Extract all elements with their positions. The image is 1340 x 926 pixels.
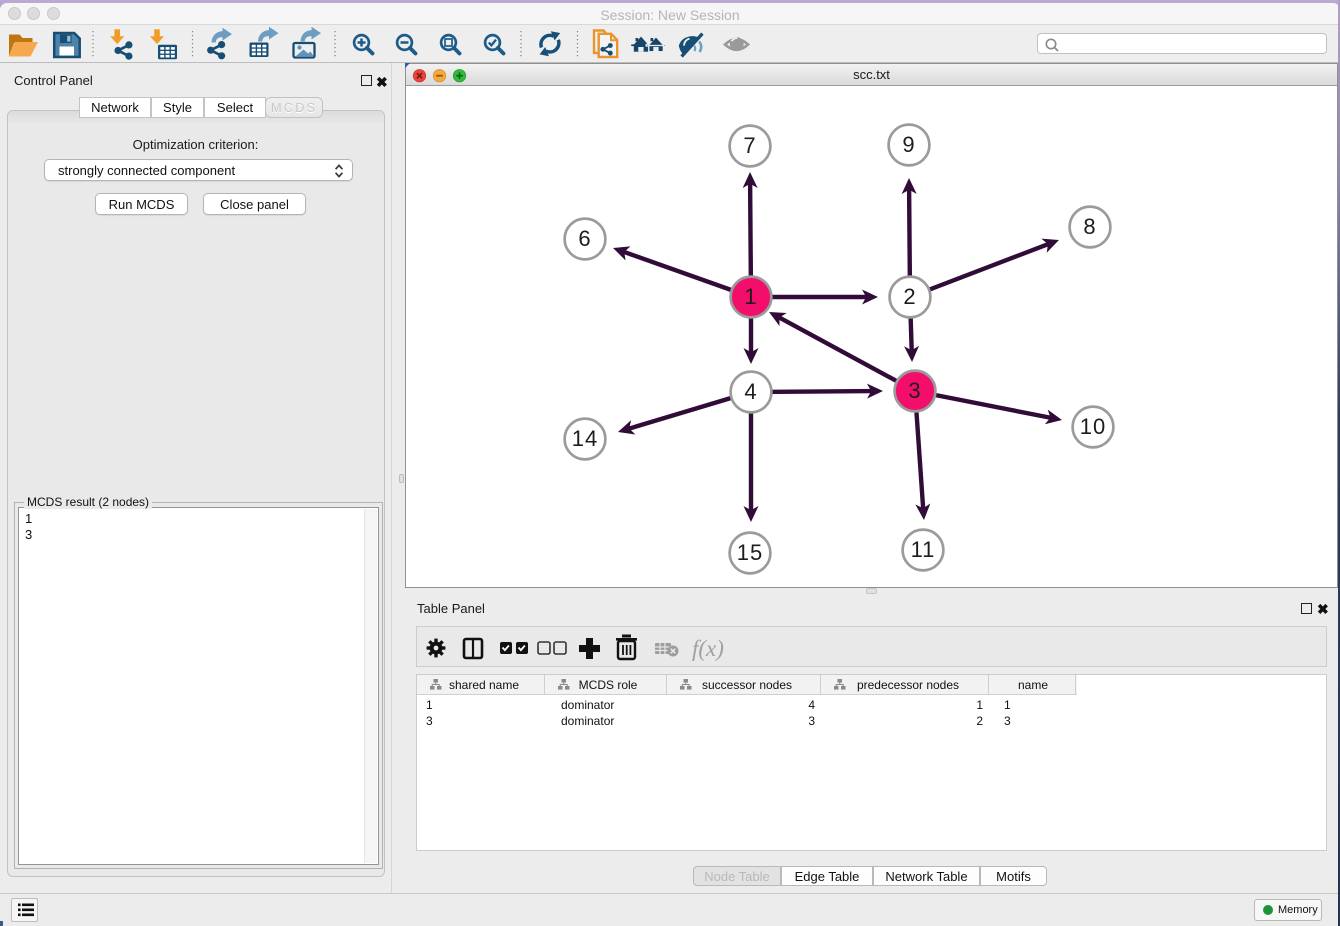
- svg-text:2: 2: [903, 284, 916, 309]
- svg-text:4: 4: [744, 379, 757, 404]
- svg-text:name: name: [1018, 678, 1048, 692]
- svg-text:7: 7: [743, 133, 756, 158]
- svg-text:f(x): f(x): [692, 636, 724, 661]
- svg-text:14: 14: [572, 426, 598, 451]
- svg-text:3: 3: [908, 378, 921, 403]
- svg-text:1: 1: [744, 284, 757, 309]
- svg-text:9: 9: [902, 132, 915, 157]
- svg-text:6: 6: [578, 226, 591, 251]
- svg-text:15: 15: [737, 540, 763, 565]
- svg-text:8: 8: [1083, 214, 1096, 239]
- svg-text:11: 11: [911, 537, 936, 562]
- svg-text:MCDS role: MCDS role: [579, 678, 638, 692]
- svg-text:predecessor nodes: predecessor nodes: [857, 678, 959, 692]
- svg-text:shared name: shared name: [449, 678, 519, 692]
- svg-text:10: 10: [1080, 414, 1106, 439]
- svg-text:successor nodes: successor nodes: [702, 678, 792, 692]
